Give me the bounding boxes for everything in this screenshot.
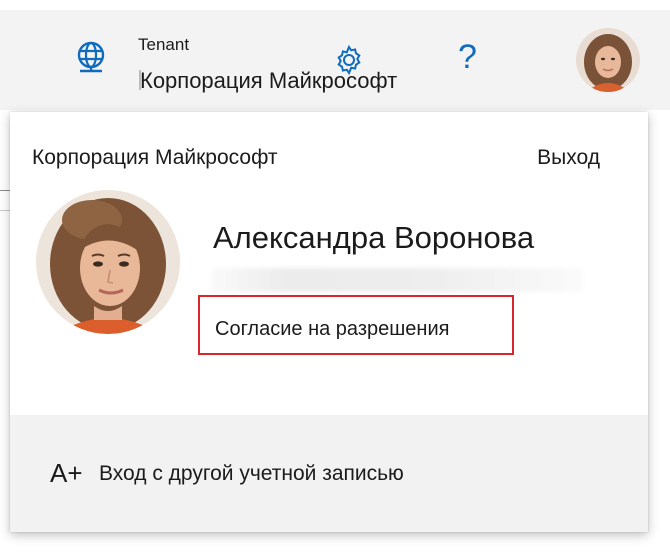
user-email-redacted <box>211 268 583 292</box>
globe-network-icon[interactable] <box>74 40 108 74</box>
add-account-icon: A+ <box>50 458 83 488</box>
avatar-photo-icon <box>36 190 180 334</box>
permissions-consent-link[interactable]: Согласие на разрешения <box>215 318 449 341</box>
card-footer: A+ Вход с другой учетной записью <box>10 415 648 532</box>
header-avatar[interactable] <box>576 28 640 92</box>
background-divider <box>0 210 10 211</box>
header-top-strip <box>0 0 670 10</box>
top-header: Tenant Корпорация Майкрософт ? <box>0 0 670 110</box>
tenant-label: Tenant <box>138 35 190 54</box>
account-card: Корпорация Майкрософт Выход Александра В… <box>10 112 648 532</box>
question-mark-icon[interactable]: ? <box>458 40 477 74</box>
card-organization: Корпорация Майкрософт <box>32 146 278 169</box>
sign-in-another-account-button[interactable]: Вход с другой учетной записью <box>99 462 404 486</box>
avatar-photo-icon <box>576 28 640 92</box>
gear-icon[interactable] <box>333 44 365 76</box>
sign-out-link[interactable]: Выход <box>537 146 600 170</box>
card-avatar <box>36 190 180 334</box>
background-divider <box>0 190 10 191</box>
user-display-name: Александра Воронова <box>213 220 535 255</box>
